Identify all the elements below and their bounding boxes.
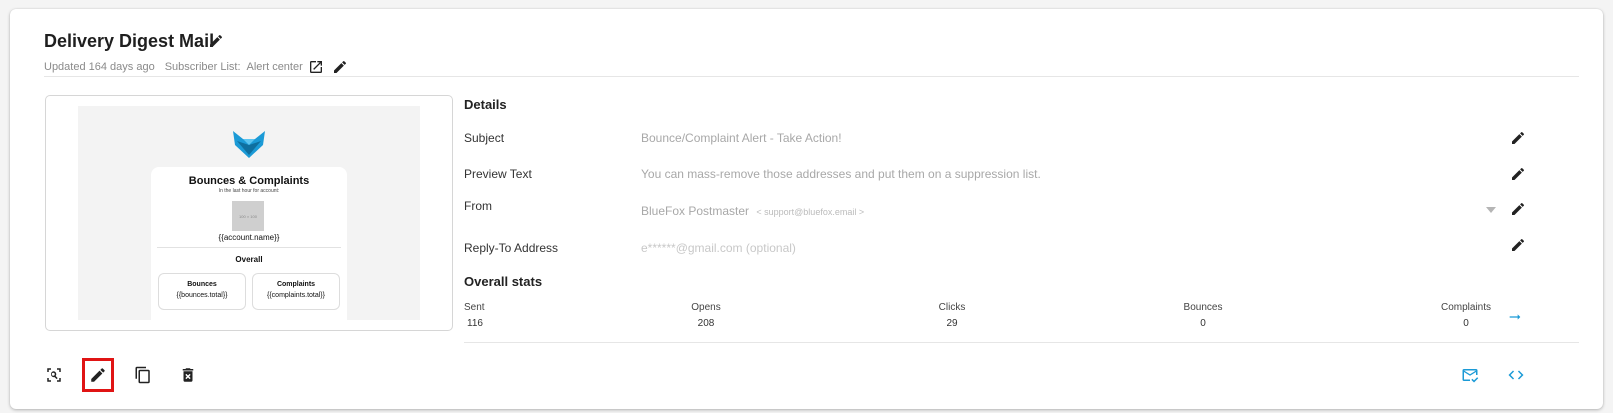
fox-logo-icon — [233, 131, 265, 158]
edit-from-icon[interactable] — [1510, 201, 1526, 217]
stat-label: Clicks — [938, 302, 966, 313]
edit-subscriber-list-icon[interactable] — [332, 59, 348, 75]
preview-canvas: Bounces & Complaints In the last hour fo… — [78, 106, 420, 327]
stat-value: 0 — [1200, 318, 1206, 329]
stat-label: Complaints — [1440, 302, 1492, 313]
subscriber-list-name: Alert center — [246, 61, 303, 73]
stat-value: 29 — [946, 318, 958, 329]
from-email: < support@bluefox.email > — [756, 207, 865, 217]
stats-heading: Overall stats — [464, 274, 543, 289]
email-card: Delivery Digest Mail Updated 164 days ag… — [10, 9, 1603, 409]
preview-box-value: {{bounces.total}} — [176, 292, 228, 299]
delete-icon — [182, 368, 194, 382]
preview-box-title: Bounces — [187, 281, 217, 288]
preview-box-value: {{complaints.total}} — [267, 292, 325, 299]
preview-complaints-box: Complaints {{complaints.total}} — [252, 273, 340, 310]
stat-value: 116 — [467, 318, 483, 329]
edit-preview-text-icon[interactable] — [1510, 166, 1526, 182]
code-button[interactable] — [1502, 360, 1530, 390]
divider — [44, 76, 1579, 77]
duplicate-button[interactable] — [129, 360, 157, 390]
edit-subject-icon[interactable] — [1510, 130, 1526, 146]
subject-field[interactable]: Bounce/Complaint Alert - Take Action! — [641, 131, 842, 145]
stat-opens: Opens 208 — [686, 302, 726, 329]
from-label: From — [464, 199, 492, 213]
from-name: BlueFox Postmaster — [641, 204, 750, 218]
preview-text-field[interactable]: You can mass-remove those addresses and … — [641, 167, 1041, 181]
chevron-down-icon[interactable] — [1486, 207, 1496, 213]
edit-icon — [91, 368, 105, 382]
reply-to-label: Reply-To Address — [464, 241, 559, 255]
send-test-button[interactable] — [1456, 360, 1484, 390]
meta-row: Updated 164 days ago Subscriber List: Al… — [44, 59, 358, 75]
stat-complaints: Complaints 0 — [1434, 302, 1498, 329]
reply-to-field[interactable]: e******@gmail.com (optional) — [641, 241, 796, 255]
arrow-right-icon[interactable] — [1507, 309, 1523, 325]
preview-zoom-button[interactable] — [40, 360, 68, 390]
stat-value: 0 — [1463, 318, 1469, 329]
delete-button[interactable] — [174, 360, 202, 390]
stat-label: Sent — [464, 302, 485, 313]
edit-reply-to-icon[interactable] — [1510, 237, 1526, 253]
code-icon — [1508, 370, 1524, 380]
stat-value: 208 — [697, 318, 715, 329]
edit-title-icon[interactable] — [208, 33, 224, 49]
send-test-icon — [1462, 369, 1479, 383]
preview-zoom-icon — [47, 368, 61, 382]
subscriber-list-label: Subscriber List: — [164, 61, 241, 73]
duplicate-icon — [135, 366, 150, 384]
preview-overall-label: Overall — [235, 255, 263, 264]
divider — [464, 342, 1579, 343]
preview-bounces-box: Bounces {{bounces.total}} — [158, 273, 246, 310]
page-title: Delivery Digest Mail — [44, 31, 215, 51]
preview-divider — [157, 247, 341, 248]
stat-label: Opens — [691, 302, 721, 313]
edit-button[interactable] — [82, 358, 114, 392]
preview-box-title: Complaints — [276, 281, 316, 288]
preview-card-title: Bounces & Complaints — [188, 175, 310, 187]
stat-bounces: Bounces 0 — [1175, 302, 1231, 329]
subject-label: Subject — [464, 131, 505, 145]
from-select[interactable]: BlueFox Postmaster < support@bluefox.ema… — [641, 204, 864, 218]
stat-label: Bounces — [1183, 302, 1223, 313]
preview-image-placeholder: 100 × 100 — [232, 201, 264, 231]
open-external-icon[interactable] — [308, 59, 324, 75]
stat-clicks: Clicks 29 — [932, 302, 972, 329]
preview-mail-card: Bounces & Complaints In the last hour fo… — [151, 167, 347, 327]
stat-sent: Sent 116 — [464, 302, 485, 329]
preview-account-var: {{account.name}} — [218, 233, 280, 242]
preview-text-label: Preview Text — [464, 167, 532, 181]
details-heading: Details — [464, 97, 507, 112]
email-preview-thumbnail[interactable]: Bounces & Complaints In the last hour fo… — [45, 95, 453, 331]
updated-text: Updated 164 days ago — [44, 61, 155, 73]
preview-card-subtitle: In the last hour for account: — [218, 188, 280, 194]
